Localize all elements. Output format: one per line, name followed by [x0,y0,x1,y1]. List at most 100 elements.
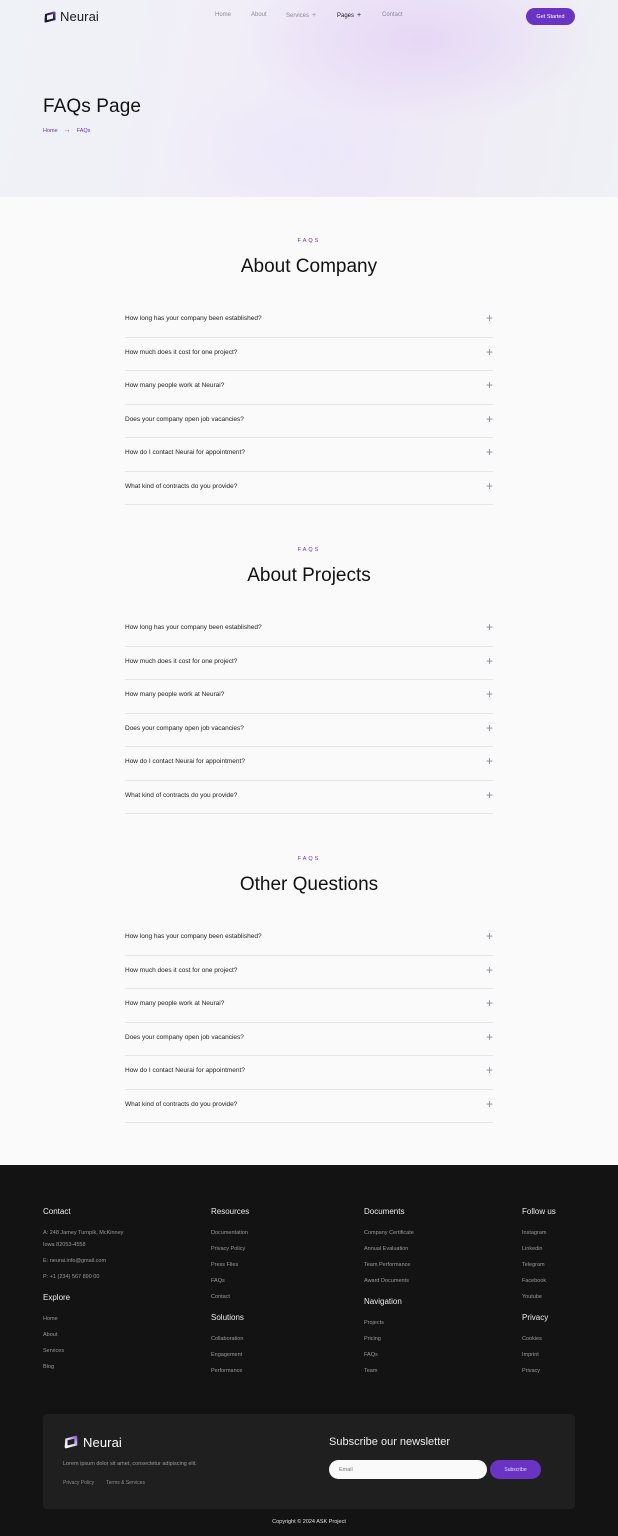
faq-item[interactable]: What kind of contracts do you provide? + [125,781,493,814]
footer-link[interactable]: Home [43,1316,58,1322]
footer-link[interactable]: Press Files [211,1262,238,1268]
footer-link[interactable]: Instagram [522,1230,546,1236]
arrow-right-icon: → [63,127,71,134]
contact-email[interactable]: E: neurai.info@gmail.com [43,1258,106,1264]
footer-link[interactable]: Telegram [522,1262,545,1268]
faq-item[interactable]: How long has your company been establish… [125,304,493,338]
nav-link-label: Contact [382,12,403,18]
contact-address-line2: Iowa 82053-4558 [43,1242,86,1248]
nav-link-about[interactable]: About [251,12,267,18]
faq-question: How do I contact Neurai for appointment? [125,449,245,456]
footer-link[interactable]: Privacy Policy [211,1246,245,1252]
hero-banner: Neurai Home About Services + Pages + Conta… [0,0,618,197]
expand-plus-icon[interactable]: + [486,755,493,767]
footer-heading-navigation: Navigation [364,1297,402,1306]
footer-link[interactable]: Engagement [211,1352,242,1358]
privacy-policy-link[interactable]: Privacy Policy [63,1480,94,1486]
expand-plus-icon[interactable]: + [486,789,493,801]
faq-item[interactable]: How long has your company been establish… [125,922,493,956]
footer-brand-logo[interactable]: Neurai [63,1434,122,1450]
faq-heading: About Company [240,256,378,277]
faq-item[interactable]: How do I contact Neurai for appointment?… [125,438,493,472]
legal-links: Privacy Policy Terms & Services [63,1480,145,1486]
expand-plus-icon[interactable]: + [486,1064,493,1076]
expand-plus-icon[interactable]: + [486,346,493,358]
nav-link-pages[interactable]: Pages + [337,12,361,19]
faq-question: How long has your company been establish… [125,624,262,631]
faq-item[interactable]: Does your company open job vacancies? + [125,405,493,438]
footer-link[interactable]: Collaboration [211,1336,243,1342]
footer-link[interactable]: Linkedin [522,1246,543,1252]
copyright: Copyright © 2024 ASK Project [272,1519,346,1525]
faq-question: How much does it cost for one project? [125,966,238,974]
faq-item[interactable]: How do I contact Neurai for appointment?… [125,747,493,781]
faq-list: How long has your company been establish… [125,304,493,505]
faq-item[interactable]: Does your company open job vacancies? + [125,714,493,747]
expand-plus-icon[interactable]: + [486,413,493,425]
logo-icon [64,1435,78,1449]
faq-item[interactable]: How long has your company been establish… [125,613,493,647]
faq-item[interactable]: How many people work at Neurai? + [125,371,493,405]
expand-plus-icon[interactable]: + [486,312,493,324]
newsletter-description: Lorem ipsum dolor sit amet, consectetur … [63,1461,197,1467]
footer-link[interactable]: Pricing [364,1336,381,1342]
faq-item[interactable]: How do I contact Neurai for appointment?… [125,1056,493,1090]
footer-link[interactable]: Facebook [522,1278,546,1284]
page-title: FAQs Page [43,96,142,117]
expand-plus-icon[interactable]: + [486,1031,493,1043]
footer-link[interactable]: Youtube [522,1294,542,1300]
subscribe-button[interactable]: Subscribe [490,1460,541,1479]
footer-heading-privacy: Privacy [522,1313,549,1322]
faq-item[interactable]: What kind of contracts do you provide? + [125,472,493,505]
expand-plus-icon[interactable]: + [486,446,493,458]
footer-link[interactable]: Projects [364,1320,384,1326]
faq-item[interactable]: How much does it cost for one project? + [125,647,493,680]
faq-item[interactable]: How much does it cost for one project? + [125,956,493,989]
footer-link[interactable]: FAQs [364,1352,378,1358]
faq-item[interactable]: What kind of contracts do you provide? + [125,1090,493,1123]
nav-link-contact[interactable]: Contact [382,12,403,18]
expand-plus-icon[interactable]: + [486,722,493,734]
faq-question: How long has your company been establish… [125,315,262,322]
footer-link[interactable]: Team Performance [364,1262,410,1268]
footer-link[interactable]: Award Documents [364,1278,409,1284]
expand-plus-icon[interactable]: + [486,964,493,976]
footer-link[interactable]: Cookies [522,1336,542,1342]
expand-plus-icon[interactable]: + [486,655,493,667]
contact-phone[interactable]: P: +1 (234) 567 890 00 [43,1274,99,1280]
faq-item[interactable]: Does your company open job vacancies? + [125,1023,493,1056]
expand-plus-icon[interactable]: + [486,480,493,492]
terms-link[interactable]: Terms & Services [106,1480,145,1486]
faq-question: How many people work at Neurai? [125,691,225,698]
expand-plus-icon[interactable]: + [486,379,493,391]
faq-item[interactable]: How many people work at Neurai? + [125,680,493,714]
expand-plus-icon[interactable]: + [486,997,493,1009]
footer-link[interactable]: About [43,1332,57,1338]
footer-link[interactable]: Contact [211,1294,230,1300]
nav-link-services[interactable]: Services + [286,12,316,19]
faq-item[interactable]: How many people work at Neurai? + [125,989,493,1023]
expand-plus-icon[interactable]: + [486,688,493,700]
faq-question: How do I contact Neurai for appointment? [125,758,245,765]
faq-question: How much does it cost for one project? [125,657,238,665]
footer-link[interactable]: FAQs [211,1278,225,1284]
nav-link-home[interactable]: Home [215,12,231,18]
newsletter-email-input[interactable] [329,1460,487,1479]
footer-link[interactable]: Team [364,1368,377,1374]
expand-plus-icon[interactable]: + [486,930,493,942]
breadcrumb-home[interactable]: Home [43,128,58,134]
footer-link[interactable]: Documentation [211,1230,248,1236]
footer-link[interactable]: Annual Evaluation [364,1246,408,1252]
footer-link[interactable]: Privacy [522,1368,540,1374]
get-started-button[interactable]: Get Started [526,8,575,25]
footer-link[interactable]: Blog [43,1364,54,1370]
contact-address-line1: A: 248 Jamey Turnpik, McKinney [43,1230,124,1236]
footer-link[interactable]: Company Certificate [364,1230,414,1236]
faq-question: How much does it cost for one project? [125,348,238,356]
footer-link[interactable]: Performance [211,1368,243,1374]
expand-plus-icon[interactable]: + [486,1098,493,1110]
footer-link[interactable]: Imprint [522,1352,539,1358]
faq-item[interactable]: How much does it cost for one project? + [125,338,493,371]
expand-plus-icon[interactable]: + [486,621,493,633]
footer-link[interactable]: Services [43,1348,64,1354]
